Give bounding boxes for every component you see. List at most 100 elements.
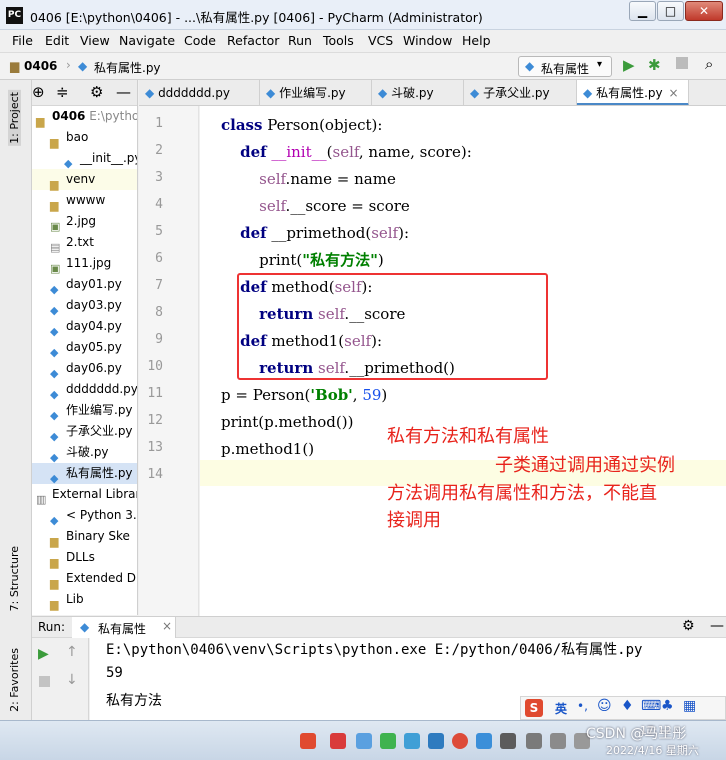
arrow-up-icon[interactable]: ↑ [66,644,78,660]
clipboard-tray-icon[interactable] [550,733,566,749]
tree-item[interactable]: ▆ wwww [32,190,137,212]
python-file-icon: ◆ [50,429,59,443]
run-icon[interactable]: ▶ [623,56,635,74]
menu-navigate[interactable]: Navigate [119,33,175,48]
folder-icon: ▆ [50,597,59,611]
stop-icon[interactable] [39,676,50,687]
debug-icon[interactable]: ✱ [648,56,661,74]
target-icon[interactable]: ⊕ [32,83,45,101]
display-tray-icon[interactable] [526,733,542,749]
close-tab-icon[interactable]: × [162,619,172,633]
tree-item[interactable]: ◆ 私有属性.py [32,463,137,485]
tree-item[interactable]: ◆ day06.py [32,358,137,380]
python-file-icon: ◆ [470,86,480,100]
tab-doupo[interactable]: ◆ 斗破.py [372,80,464,105]
tree-item[interactable]: ◆ __init__.py [32,148,137,170]
gear-icon[interactable]: ⚙ [682,618,695,634]
close-tab-icon[interactable]: × [668,86,678,100]
sogou-tray-icon[interactable] [300,733,316,749]
tree-item[interactable]: ▆ Extended D [32,568,137,590]
tree-item[interactable]: ▆ 0406 E:\python\0406 [32,106,137,128]
project-tool-tab[interactable]: 1: Project [8,90,21,146]
tree-item-label: day03.py [66,298,122,312]
menu-run[interactable]: Run [288,33,312,48]
wechat-tray-icon[interactable] [380,733,396,749]
console-line: 59 [106,665,123,681]
speaker-tray-icon[interactable] [500,733,516,749]
python-file-icon: ◆ [78,59,88,73]
minimize-button[interactable]: ▁ [629,1,656,21]
menu-tools[interactable]: Tools [323,33,354,48]
tree-item[interactable]: ▤ 2.txt [32,232,137,254]
tree-item[interactable]: ▥ External Libraries [32,484,137,506]
breadcrumb-project[interactable]: 0406 [24,59,57,73]
tree-item[interactable]: ◆ < Python 3.7 ( [32,505,137,527]
menu-edit[interactable]: Edit [45,33,69,48]
grid-icon[interactable]: ▦ [683,698,696,714]
tree-item[interactable]: ▆ Lib [32,589,137,611]
maximize-button[interactable]: □ [657,1,684,21]
gear-icon[interactable]: ⚙ [90,83,103,101]
tree-item[interactable]: ▣ 111.jpg [32,253,137,275]
tree-item[interactable]: ▣ 2.jpg [32,211,137,233]
run-tab[interactable]: ◆ 私有属性 × [72,617,176,638]
tree-item[interactable]: ◆ ddddddd.py [32,379,137,401]
stop-icon[interactable] [676,57,688,69]
emoji-icon[interactable]: ☺ [597,698,612,714]
python-file-icon: ◆ [50,450,59,464]
wps-tray-icon[interactable] [330,733,346,749]
punctuation-icon[interactable]: •, [577,699,588,713]
menu-view[interactable]: View [80,33,110,48]
tab-ddddddd[interactable]: ◆ ddddddd.py [139,80,260,105]
ime-language[interactable]: 英 [555,700,567,717]
breadcrumb-file[interactable]: 私有属性.py [94,59,161,76]
python-file-icon: ◆ [378,86,388,100]
rerun-icon[interactable]: ▶ [38,646,49,662]
favorites-tool-tab[interactable]: 2: Favorites [8,648,21,712]
network-tray-icon[interactable] [428,733,444,749]
tree-item[interactable]: ▆ bao [32,127,137,149]
chrome-tray-icon[interactable] [452,733,468,749]
breadcrumb-separator-icon: › [66,58,71,72]
menu-help[interactable]: Help [462,33,491,48]
tab-assignment[interactable]: ◆ 作业编写.py [260,80,372,105]
tree-item[interactable]: ◆ 斗破.py [32,442,137,464]
menu-file[interactable]: File [12,33,33,48]
python-file-icon: ◆ [583,86,593,100]
tree-item[interactable]: ◆ day03.py [32,295,137,317]
shirt-icon[interactable]: ♣ [661,698,674,714]
tree-item[interactable]: ◆ day04.py [32,316,137,338]
keyboard-icon[interactable]: ⌨ [641,698,661,714]
tree-item[interactable]: ◆ day05.py [32,337,137,359]
menu-vcs[interactable]: VCS [368,33,393,48]
menu-refactor[interactable]: Refactor [227,33,279,48]
search-icon[interactable]: ⌕ [705,55,713,73]
microphone-icon[interactable]: ♦ [621,698,634,714]
python-file-icon: ◆ [50,303,59,317]
line-number: 6 [155,251,163,266]
tree-item[interactable]: ◆ 作业编写.py [32,400,137,422]
close-button[interactable]: ✕ [685,1,723,21]
run-config-dropdown[interactable]: ◆ 私有属性 ▾ [518,56,612,77]
qq-tray-icon[interactable] [404,733,420,749]
structure-tool-tab[interactable]: 7: Structure [8,546,21,611]
project-tree: ▆ 0406 E:\python\0406 ▆ bao ◆ __init__.py ▆ ven… [32,106,137,615]
tree-item[interactable]: ▆ venv [32,169,137,191]
sogou-logo-icon[interactable]: S [525,699,543,717]
app-tray-icon[interactable] [356,733,372,749]
tree-item[interactable]: ◆ day01.py [32,274,137,296]
collapse-all-icon[interactable]: ≑ [56,83,69,101]
hide-icon[interactable]: — [116,83,131,101]
tree-item-label: 111.jpg [66,256,112,270]
bluetooth-tray-icon[interactable] [476,733,492,749]
tree-item[interactable]: ▆ DLLs [32,547,137,569]
tab-private-attrs[interactable]: ◆ 私有属性.py × [577,80,689,105]
tree-item[interactable]: ◆ 子承父业.py [32,421,137,443]
tab-inheritance[interactable]: ◆ 子承父业.py [464,80,577,105]
tree-item[interactable]: ▆ Binary Ske [32,526,137,548]
menu-code[interactable]: Code [184,33,216,48]
arrow-down-icon[interactable]: ↓ [66,672,78,688]
tree-item-label: 作业编写.py [66,403,133,417]
menu-window[interactable]: Window [403,33,452,48]
hide-icon[interactable]: — [710,618,724,634]
